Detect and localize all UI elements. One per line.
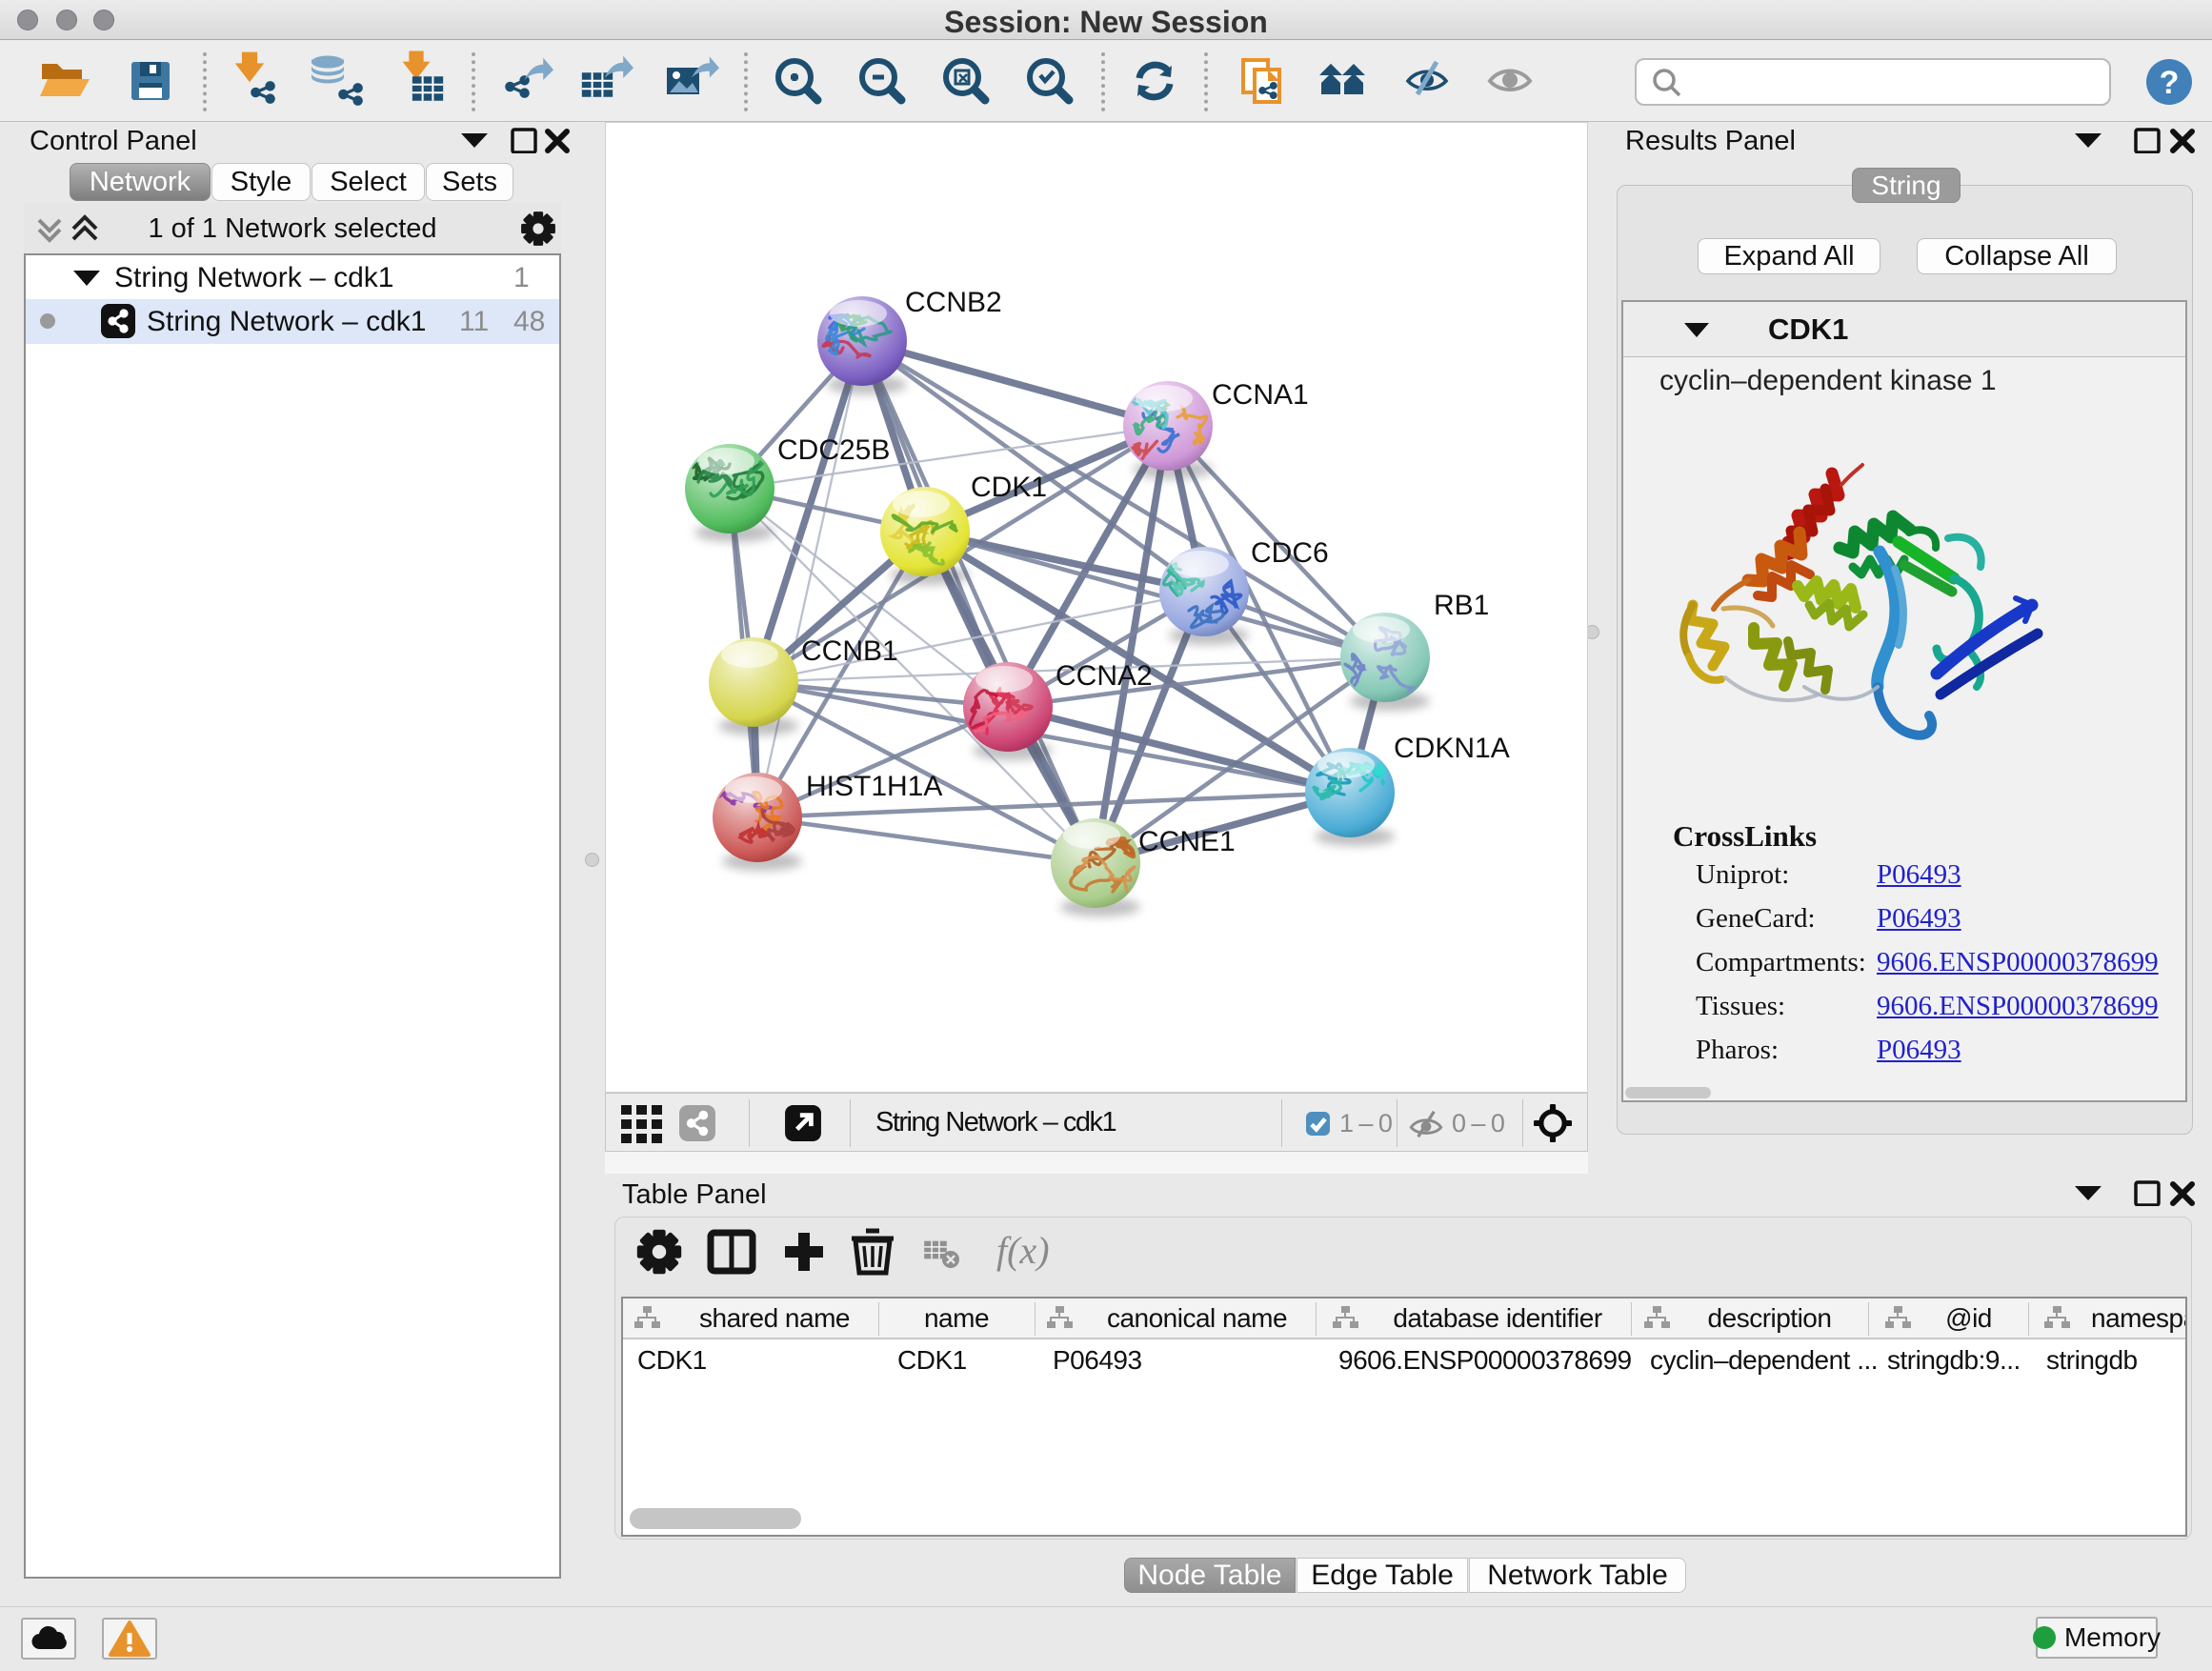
svg-text:CCNB1: CCNB1 bbox=[801, 635, 898, 667]
svg-text:CDK1: CDK1 bbox=[971, 472, 1047, 503]
svg-text:CCNA2: CCNA2 bbox=[1056, 660, 1153, 692]
svg-text:HIST1H1A: HIST1H1A bbox=[806, 771, 942, 802]
svg-text:CCNB2: CCNB2 bbox=[905, 287, 1002, 318]
svg-text:CCNE1: CCNE1 bbox=[1138, 826, 1236, 857]
svg-text:CDKN1A: CDKN1A bbox=[1394, 733, 1510, 764]
svg-text:CDC25B: CDC25B bbox=[777, 434, 890, 466]
svg-text:?: ? bbox=[2160, 65, 2180, 101]
svg-text:f(x): f(x) bbox=[996, 1229, 1050, 1272]
svg-text:RB1: RB1 bbox=[1434, 590, 1489, 621]
svg-text:CCNA1: CCNA1 bbox=[1212, 379, 1309, 411]
svg-text:CDC6: CDC6 bbox=[1251, 537, 1329, 569]
